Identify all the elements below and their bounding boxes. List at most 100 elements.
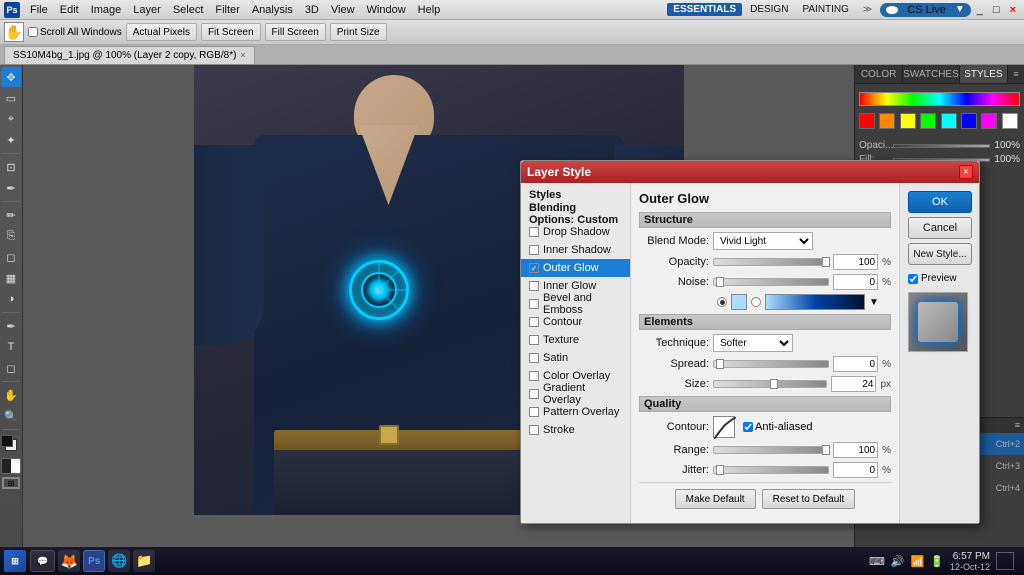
blend-mode-select[interactable]: Vivid Light (713, 232, 813, 250)
drop-shadow-checkbox[interactable] (529, 227, 539, 237)
scroll-all-checkbox[interactable] (28, 27, 38, 37)
tab-styles[interactable]: STYLES (960, 65, 1008, 83)
gradient-overlay-item[interactable]: Gradient Overlay (521, 385, 630, 403)
channels-options-btn[interactable]: ≡ (1011, 418, 1024, 433)
reset-to-default-btn[interactable]: Reset to Default (762, 489, 856, 509)
swatch-yellow[interactable] (900, 113, 916, 129)
tool-eraser[interactable]: ◻ (1, 247, 21, 267)
menu-layer[interactable]: Layer (127, 4, 167, 16)
texture-item[interactable]: Texture (521, 331, 630, 349)
color-radio-1[interactable] (717, 297, 727, 307)
spread-slider[interactable] (713, 360, 829, 368)
foreground-color[interactable] (1, 435, 13, 447)
gradient-bar[interactable] (765, 294, 865, 310)
dialog-title-bar[interactable]: Layer Style × (521, 161, 979, 183)
size-slider[interactable] (713, 380, 827, 388)
tool-selection[interactable]: ▭ (1, 88, 21, 108)
taskbar-firefox[interactable]: 🦊 (58, 550, 80, 572)
range-slider[interactable] (713, 446, 829, 454)
opacity-slider-thumb[interactable] (822, 257, 830, 267)
swatch-magenta[interactable] (981, 113, 997, 129)
taskbar-folder[interactable]: 📁 (133, 550, 155, 572)
network-icon[interactable]: 📶 (911, 555, 925, 568)
bevel-emboss-item[interactable]: Bevel and Emboss (521, 295, 630, 313)
menu-window[interactable]: Window (361, 4, 412, 16)
tool-gradient[interactable]: ▦ (1, 268, 21, 288)
menu-filter[interactable]: Filter (209, 4, 245, 16)
menu-file[interactable]: File (24, 4, 54, 16)
show-desktop-btn[interactable] (996, 552, 1014, 570)
fit-screen-btn[interactable]: Fit Screen (201, 23, 261, 41)
bevel-checkbox[interactable] (529, 299, 539, 309)
menu-help[interactable]: Help (412, 4, 447, 16)
foreground-background-colors[interactable] (1, 435, 21, 455)
swatch-white[interactable] (1002, 113, 1018, 129)
menu-select[interactable]: Select (167, 4, 210, 16)
print-size-btn[interactable]: Print Size (330, 23, 387, 41)
make-default-btn[interactable]: Make Default (675, 489, 756, 509)
swatch-red[interactable] (859, 113, 875, 129)
fill-screen-btn[interactable]: Fill Screen (265, 23, 326, 41)
volume-icon[interactable]: 🔊 (891, 555, 905, 568)
swatch-orange[interactable] (879, 113, 895, 129)
tool-zoom[interactable]: 🔍 (1, 406, 21, 426)
close-btn[interactable]: × (1006, 3, 1020, 17)
contour-thumbnail[interactable] (713, 416, 735, 438)
outer-glow-item[interactable]: ✓ Outer Glow (521, 259, 630, 277)
anti-alias-checkbox[interactable] (743, 422, 753, 432)
keyboard-icon[interactable]: ⌨ (869, 555, 885, 568)
menu-3d[interactable]: 3D (299, 4, 325, 16)
stroke-checkbox[interactable] (529, 425, 539, 435)
swatch-cyan[interactable] (941, 113, 957, 129)
outer-glow-checkbox[interactable]: ✓ (529, 263, 539, 273)
range-slider-thumb[interactable] (822, 445, 830, 455)
satin-checkbox[interactable] (529, 353, 539, 363)
battery-icon[interactable]: 🔋 (930, 555, 944, 568)
noise-input[interactable] (833, 274, 878, 290)
inner-glow-checkbox[interactable] (529, 281, 539, 291)
range-input[interactable] (833, 442, 878, 458)
workspace-essentials[interactable]: ESSENTIALS (667, 3, 742, 16)
tool-lasso[interactable]: ⌖ (1, 109, 21, 129)
pattern-overlay-item[interactable]: Pattern Overlay (521, 403, 630, 421)
taskbar-ps-active[interactable]: Ps (83, 550, 105, 572)
menu-image[interactable]: Image (85, 4, 128, 16)
inner-shadow-item[interactable]: Inner Shadow (521, 241, 630, 259)
dialog-close-btn[interactable]: × (959, 165, 973, 179)
color-overlay-checkbox[interactable] (529, 371, 539, 381)
contour-checkbox[interactable] (529, 317, 539, 327)
tool-clone[interactable]: ⎘ (1, 226, 21, 246)
texture-checkbox[interactable] (529, 335, 539, 345)
inner-shadow-checkbox[interactable] (529, 245, 539, 255)
cs-live-btn[interactable]: CS Live▼ (880, 3, 970, 17)
noise-slider[interactable] (713, 278, 829, 286)
stroke-item[interactable]: Stroke (521, 421, 630, 439)
opacity-slider[interactable] (713, 258, 829, 266)
actual-pixels-btn[interactable]: Actual Pixels (126, 23, 197, 41)
ok-btn[interactable]: OK (908, 191, 972, 213)
tool-shape[interactable]: ◻ (1, 358, 21, 378)
pattern-overlay-checkbox[interactable] (529, 407, 539, 417)
anti-alias-label[interactable]: Anti-aliased (743, 421, 812, 433)
tool-hand[interactable]: ✋ (1, 385, 21, 405)
screen-mode-btn[interactable]: ⊞ (2, 477, 20, 489)
tool-wand[interactable]: ✦ (1, 130, 21, 150)
blending-options-item[interactable]: Blending Options: Custom (521, 205, 630, 223)
workspace-design[interactable]: DESIGN (744, 3, 794, 16)
jitter-input[interactable] (833, 462, 878, 478)
satin-item[interactable]: Satin (521, 349, 630, 367)
taskbar-chat[interactable]: 💬 (30, 550, 55, 572)
cancel-btn[interactable]: Cancel (908, 217, 972, 239)
tab-close[interactable]: × (240, 50, 245, 60)
size-slider-thumb[interactable] (770, 379, 778, 389)
swatch-green[interactable] (920, 113, 936, 129)
tool-dodge[interactable]: ◑ (1, 289, 21, 309)
tool-text[interactable]: T (1, 337, 21, 357)
color-box-solid[interactable] (731, 294, 747, 310)
color-radio-2[interactable] (751, 297, 761, 307)
spread-slider-thumb[interactable] (716, 359, 724, 369)
taskbar-ie[interactable]: 🌐 (108, 550, 130, 572)
tab-color[interactable]: COLOR (855, 65, 903, 83)
tool-eyedropper[interactable]: ✒ (1, 178, 21, 198)
new-style-btn[interactable]: New Style... (908, 243, 972, 265)
